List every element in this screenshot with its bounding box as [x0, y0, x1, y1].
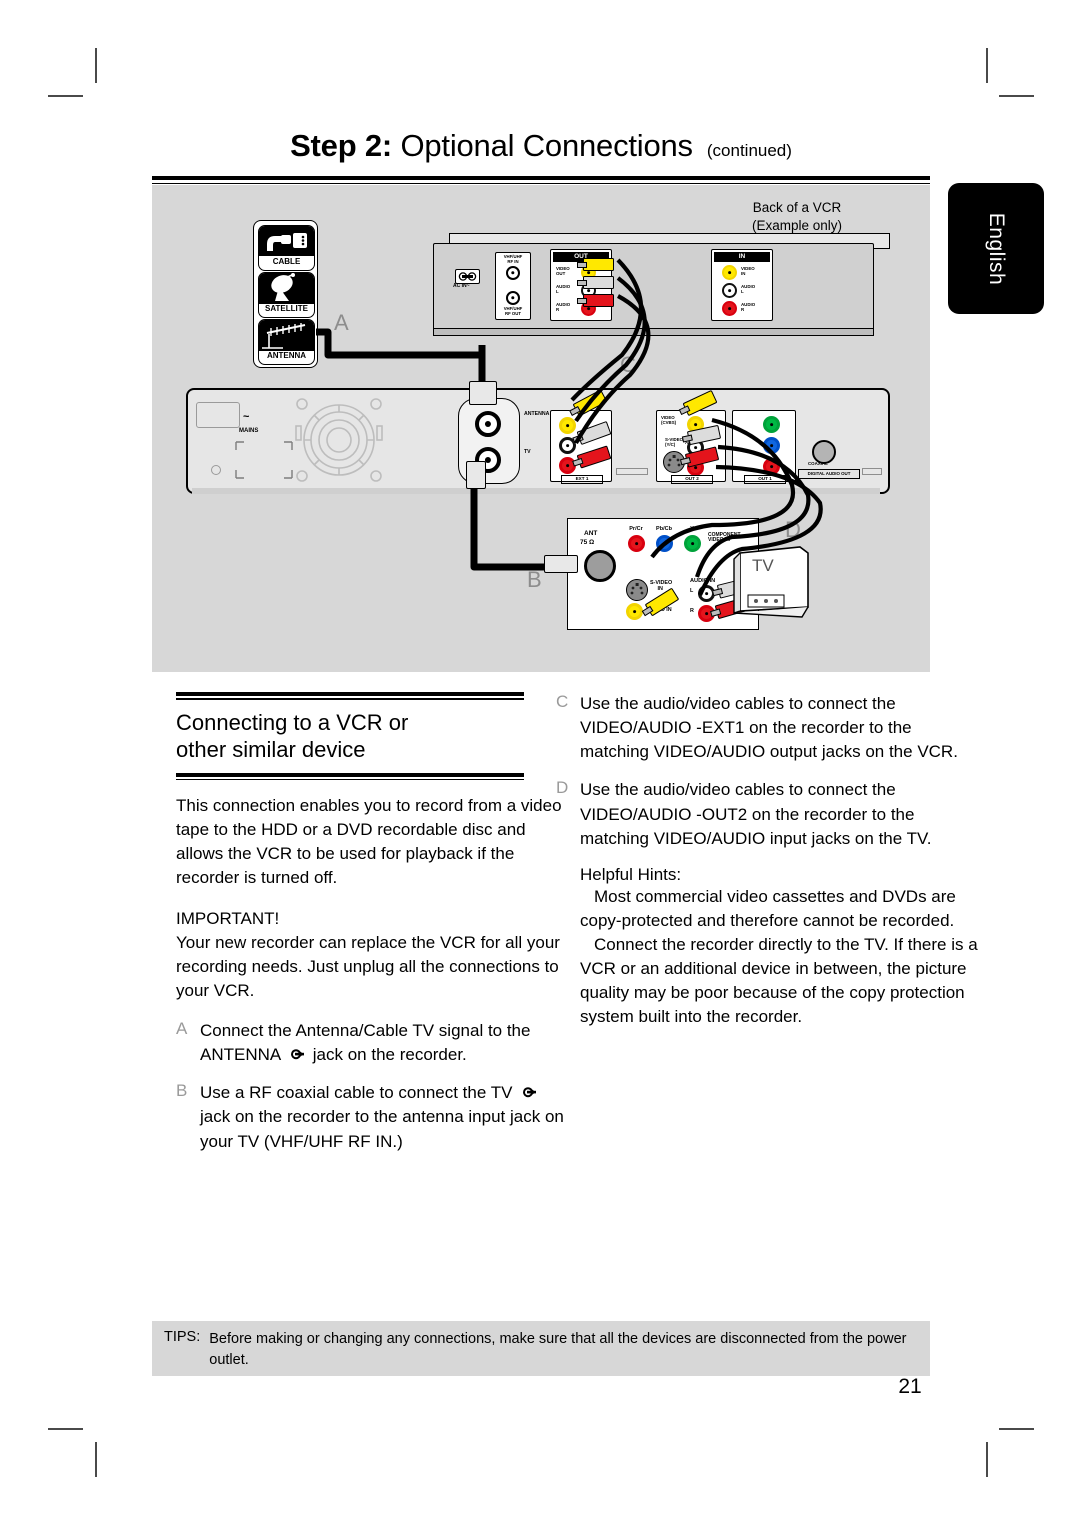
language-tab-label: English — [985, 212, 1008, 285]
crop-mark-top-right-horizontal — [999, 95, 1034, 97]
step-text-a-after: jack on the recorder. — [308, 1045, 467, 1065]
step-text-c: Use the audio/video cables to connect th… — [580, 692, 982, 764]
crop-mark-bottom-left-horizontal — [48, 1428, 83, 1430]
page-title-main: Step 2: Optional Connections — [290, 128, 693, 164]
cable-c-audio-r — [574, 294, 651, 445]
crop-mark-top-right-vertical — [986, 48, 988, 83]
crop-mark-bottom-right-horizontal — [999, 1428, 1034, 1430]
important-label: IMPORTANT! — [176, 908, 280, 928]
header-rule-thick — [152, 176, 930, 180]
section-title-line2: other similar device — [176, 737, 366, 762]
cable-d-audio-r — [698, 464, 823, 596]
step-marker-c: C — [556, 692, 569, 711]
cable-b-rf-coax — [470, 475, 552, 571]
step-text-a: Connect the Antenna/Cable TV signal to t… — [200, 1019, 568, 1067]
page-title-step: Step 2: — [290, 128, 393, 163]
tips-label: TIPS: — [164, 1329, 201, 1345]
cable-a-antenna — [316, 328, 486, 390]
cable-d-video — [650, 417, 796, 559]
text-column-right: C Use the audio/video cables to connect … — [556, 692, 982, 1030]
step-marker-b: B — [176, 1081, 188, 1101]
page-title: Step 2: Optional Connections (continued) — [152, 128, 930, 164]
cable-c-audio-l — [574, 276, 647, 423]
tips-footer: TIPS: Before making or changing any conn… — [152, 1321, 930, 1376]
coax-plug-recorder-antenna — [469, 381, 497, 405]
step-text-b-after: jack on the recorder to the antenna inpu… — [200, 1107, 564, 1151]
cable-wiring — [316, 258, 823, 596]
section-rule-bottom-thick — [176, 772, 524, 777]
cable-d-audio-l — [695, 444, 811, 578]
crop-mark-bottom-left-vertical — [95, 1442, 97, 1477]
step-text-d: Use the audio/video cables to connect th… — [580, 778, 982, 850]
section-rule-bottom-thin — [176, 778, 524, 780]
helpful-hints-title: Helpful Hints: — [580, 864, 682, 884]
step-text-b-before: Use a RF coaxial cable to connect the TV — [200, 1083, 518, 1103]
step-marker-d: D — [556, 778, 569, 798]
helpful-hint-1: Most commercial video cassettes and DVDs… — [580, 886, 956, 930]
section-rule-top-thin — [176, 698, 524, 700]
important-paragraph: Your new recorder can replace the VCR fo… — [176, 932, 560, 1000]
header-rule-thin — [152, 183, 930, 184]
cable-c-video — [570, 258, 644, 402]
page-header: Step 2: Optional Connections (continued) — [152, 128, 930, 184]
page-title-continued: (continued) — [706, 141, 792, 160]
coax-plug-tv-ant — [544, 555, 578, 573]
intro-paragraph: This connection enables you to record fr… — [176, 796, 562, 888]
section-title-line1: Connecting to a VCR or — [176, 709, 409, 735]
antenna-out-glyph-icon — [520, 1086, 537, 1099]
crop-mark-top-left-vertical — [95, 48, 97, 83]
tips-text: Before making or changing any connection… — [209, 1331, 907, 1369]
helpful-hints-block: Helpful Hints: Most commercial video cas… — [556, 865, 982, 1030]
page-title-subject: Optional Connections — [400, 128, 693, 163]
step-item-b: B Use a RF coaxial cable to connect the … — [176, 1081, 568, 1153]
manual-page: Step 2: Optional Connections (continued)… — [0, 0, 1080, 1524]
section-rule-top-thick — [176, 692, 524, 696]
language-tab-english: English — [948, 183, 1044, 314]
helpful-hint-2: Connect the recorder directly to the TV.… — [580, 935, 978, 1027]
antenna-in-glyph-icon — [288, 1048, 305, 1061]
step-text-b: Use a RF coaxial cable to connect the TV… — [200, 1081, 568, 1153]
crop-mark-bottom-right-vertical — [986, 1442, 988, 1477]
connection-diagram: Back of a VCR (Example only) CABLE SATEL… — [152, 185, 930, 672]
page-number: 21 — [898, 1375, 922, 1398]
coax-plug-recorder-tv — [466, 461, 486, 489]
text-column-left: Connecting to a VCR or other similar dev… — [176, 692, 568, 1168]
step-item-a: A Connect the Antenna/Cable TV signal to… — [176, 1019, 568, 1067]
section-title: Connecting to a VCR or other similar dev… — [176, 709, 568, 764]
step-item-c: C Use the audio/video cables to connect … — [556, 692, 982, 764]
step-item-d: D Use the audio/video cables to connect … — [556, 778, 982, 850]
step-marker-a: A — [176, 1019, 188, 1038]
crop-mark-top-left-horizontal — [48, 95, 83, 97]
